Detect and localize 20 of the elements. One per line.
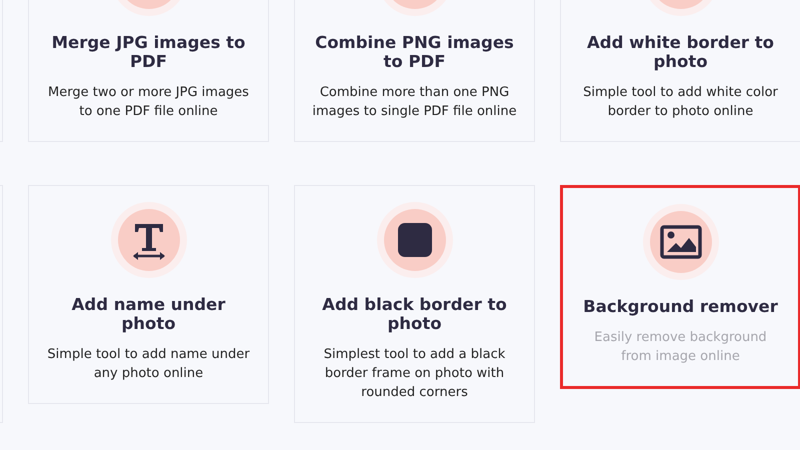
card-description: Simple tool to add name under any photo online [46, 346, 251, 383]
card-title: Background remover [583, 297, 778, 316]
tool-card[interactable]: Add name under photo Simple tool to add name under any photo online [28, 185, 269, 404]
card-title: Merge JPG images to PDF [50, 33, 246, 71]
image-icon [660, 225, 702, 259]
tool-card[interactable]: Background remover Easily remove background from image online [560, 185, 800, 389]
tool-card[interactable]: Combine PNG images to PDF Combine more than one PNG images to single PDF file online [294, 0, 535, 142]
card-description: Simple tool to add white color border to photo online [582, 84, 779, 121]
tool-card[interactable]: Add black border to photo Simplest tool to add a black border frame on photo with rounded corners [294, 185, 535, 423]
card-title: Add white border to photo [586, 33, 775, 71]
tool-card[interactable]: Add white border to photo Simple tool to add white color border to photo online [560, 0, 800, 142]
card-title: Combine PNG images to PDF [314, 33, 515, 71]
card-description: Simplest tool to add a black border frame on photo with rounded corners [322, 346, 506, 402]
square-icon [398, 223, 432, 257]
card-description: Easily remove background from image online [593, 329, 768, 366]
card-description: Combine more than one PNG images to single PDF file online [311, 84, 518, 121]
card-title: Add black border to photo [321, 295, 508, 333]
card-title: Add name under photo [70, 295, 226, 333]
card-description: Merge two or more JPG images to one PDF file online [47, 84, 250, 121]
tool-card[interactable]: Merge JPG images to PDF Merge two or more JPG images to one PDF file online [28, 0, 269, 142]
